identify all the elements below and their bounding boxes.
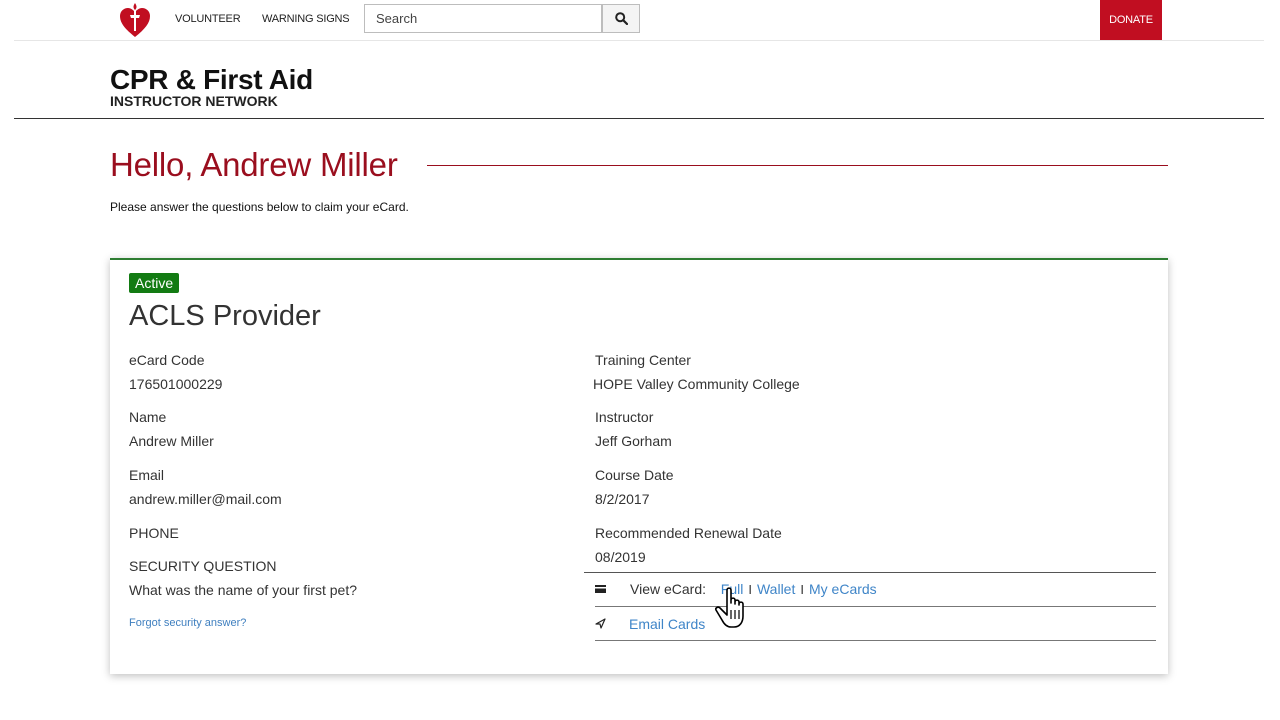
search-input[interactable] bbox=[365, 5, 596, 32]
email-label: Email bbox=[129, 467, 165, 483]
phone-label: PHONE bbox=[129, 525, 179, 541]
renewal-date-label: Recommended Renewal Date bbox=[595, 525, 782, 541]
card-icon bbox=[595, 585, 606, 593]
top-nav: VOLUNTEER WARNING SIGNS DONATE bbox=[0, 0, 1280, 40]
actions-top-divider bbox=[584, 572, 1156, 573]
nav-volunteer-link[interactable]: VOLUNTEER bbox=[175, 13, 241, 25]
course-date-label: Course Date bbox=[595, 467, 674, 483]
course-title: ACLS Provider bbox=[129, 300, 321, 332]
header-divider bbox=[14, 118, 1264, 119]
send-icon bbox=[595, 618, 606, 629]
renewal-date-value: 08/2019 bbox=[595, 549, 646, 565]
actions-middle-divider bbox=[595, 606, 1156, 607]
training-center-value: HOPE Valley Community College bbox=[593, 376, 800, 392]
ecard-panel: Active ACLS Provider eCard Code 17650100… bbox=[110, 258, 1168, 674]
training-center-label: Training Center bbox=[595, 352, 691, 368]
title-rule bbox=[427, 165, 1168, 166]
email-cards-link[interactable]: Email Cards bbox=[629, 616, 705, 632]
separator: I bbox=[800, 582, 804, 597]
status-badge: Active bbox=[129, 273, 180, 293]
nav-divider bbox=[14, 40, 1264, 41]
security-question-value: What was the name of your first pet? bbox=[129, 582, 357, 598]
course-date-value: 8/2/2017 bbox=[595, 491, 650, 507]
nav-warning-signs-link[interactable]: WARNING SIGNS bbox=[262, 13, 350, 25]
actions-bottom-divider bbox=[595, 640, 1156, 641]
name-value: Andrew Miller bbox=[129, 433, 214, 449]
forgot-security-answer-link[interactable]: Forgot security answer? bbox=[129, 617, 246, 629]
name-label: Name bbox=[129, 409, 167, 425]
donate-button[interactable]: DONATE bbox=[1100, 0, 1162, 40]
view-ecard-row: View eCard: Full I Wallet I My eCards bbox=[630, 581, 877, 597]
ecard-code-value: 176501000229 bbox=[129, 376, 223, 392]
view-wallet-link[interactable]: Wallet bbox=[757, 581, 795, 597]
hand-pointer-cursor bbox=[715, 587, 744, 628]
security-question-label: SECURITY QUESTION bbox=[129, 558, 277, 574]
intro-text: Please answer the questions below to cla… bbox=[110, 200, 409, 214]
ecard-code-label: eCard Code bbox=[129, 352, 205, 368]
view-ecard-label: View eCard: bbox=[630, 581, 707, 597]
search-icon bbox=[614, 12, 628, 25]
email-value: andrew.miller@mail.com bbox=[129, 491, 282, 507]
heart-torch-logo[interactable] bbox=[119, 3, 151, 39]
instructor-label: Instructor bbox=[595, 409, 654, 425]
search-button[interactable] bbox=[602, 4, 640, 33]
site-title[interactable]: CPR & First Aid bbox=[110, 64, 313, 96]
instructor-value: Jeff Gorham bbox=[595, 433, 672, 449]
my-ecards-link[interactable]: My eCards bbox=[809, 581, 877, 597]
site-subtitle: INSTRUCTOR NETWORK bbox=[110, 93, 278, 109]
search-field bbox=[364, 4, 602, 33]
page-title: Hello, Andrew Miller bbox=[110, 146, 398, 183]
